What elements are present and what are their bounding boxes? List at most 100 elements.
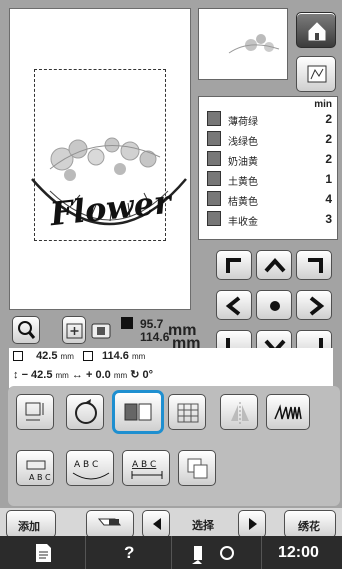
center-button[interactable]: [256, 290, 292, 320]
corner-up-left-icon: [226, 258, 241, 273]
frame-plus-icon: [66, 323, 83, 339]
svg-text:A B C: A B C: [29, 473, 51, 482]
svg-text:A B C: A B C: [132, 460, 156, 470]
embroider-label: 绣花: [298, 521, 320, 533]
mirror-icon: [231, 402, 249, 424]
move-up-right-button[interactable]: [296, 250, 332, 280]
position-horizontal: 114.6: [102, 350, 129, 362]
arc-text-button[interactable]: A B C: [66, 450, 114, 486]
thread-minutes: 3: [325, 212, 332, 226]
clock: 12:00: [278, 544, 319, 561]
arc-text-icon: A B C: [72, 460, 110, 480]
resize-button[interactable]: [16, 394, 54, 430]
preview-button[interactable]: [296, 56, 336, 92]
spool-icon: [207, 131, 221, 146]
horizontal-size-icon: [82, 351, 93, 362]
magnifier-icon: [18, 321, 36, 339]
frame-fit-button[interactable]: [62, 316, 86, 344]
grid-array-button[interactable]: [168, 394, 206, 430]
thread-minutes: 1: [325, 172, 332, 186]
embroidery-canvas[interactable]: Flower: [9, 8, 191, 310]
zoom-button[interactable]: [12, 316, 40, 344]
thread-name: 薄荷绿: [228, 117, 258, 128]
vertical-size-icon: [13, 351, 23, 362]
thread-name: 土黄色: [228, 177, 258, 188]
spool-icon: [207, 211, 221, 226]
vertical-offset-icon: ↕: [13, 369, 19, 381]
status-bar: ? 12:00: [0, 536, 342, 569]
corner-up-right-icon: [308, 258, 323, 273]
document-button[interactable]: [0, 536, 86, 569]
spool-icon: [207, 171, 221, 186]
density-button[interactable]: [266, 394, 310, 430]
layer-button[interactable]: [178, 450, 216, 486]
thread-row: 丰收金 3: [203, 209, 335, 229]
rotation-angle: 0°: [142, 369, 154, 381]
move-up-button[interactable]: [256, 250, 292, 280]
triangle-left-icon: [153, 518, 161, 530]
position-line-1: 42.5 mm 114.6 mm: [13, 350, 337, 366]
thread-row: 薄荷绿 2: [203, 109, 335, 129]
size-icon: [120, 316, 136, 337]
pos-h-unit: mm: [131, 352, 146, 361]
thread-name: 浅绿色: [228, 137, 258, 148]
thread-minutes: 4: [325, 192, 332, 206]
arrow-left-icon: [225, 296, 241, 316]
bottom-action-bar: 添加 选择 绣花: [0, 508, 342, 538]
document-icon: [36, 544, 51, 562]
text-spacing-button[interactable]: A B C: [122, 450, 170, 486]
density-icon: [274, 404, 302, 420]
thread-row: 土黄色 1: [203, 169, 335, 189]
thread-row: 奶油黄 2: [203, 149, 335, 169]
design-thumbnail: [198, 8, 288, 80]
position-vertical: 42.5: [36, 350, 58, 362]
presser-foot-button[interactable]: [172, 536, 262, 569]
select-next-button[interactable]: [238, 510, 266, 538]
delete-button[interactable]: [86, 510, 134, 538]
array-button[interactable]: [112, 390, 164, 434]
position-info-panel: 42.5 mm 114.6 mm ↕ − 42.5 mm ↔ + 0.0 mm …: [9, 348, 333, 388]
preview-icon: [307, 65, 327, 83]
arrow-right-icon: [309, 296, 325, 316]
text-edit-button[interactable]: A B C: [16, 450, 54, 486]
text-edit-icon: A B C: [26, 460, 51, 482]
embroider-button[interactable]: 绣花: [284, 510, 336, 538]
hoop-icon: [90, 322, 114, 345]
array-icon: [124, 403, 152, 421]
home-button[interactable]: [296, 12, 336, 48]
thread-name: 桔黄色: [228, 197, 258, 208]
move-right-button[interactable]: [296, 290, 332, 320]
resize-icon: [25, 402, 44, 421]
spool-icon: [207, 111, 221, 126]
mirror-button[interactable]: [220, 394, 258, 430]
text-spacing-icon: A B C: [131, 460, 163, 479]
add-label: 添加: [18, 521, 40, 533]
triangle-right-icon: [249, 518, 257, 530]
move-up-left-button[interactable]: [216, 250, 252, 280]
design-width: 114.6: [140, 330, 170, 344]
help-button[interactable]: ?: [86, 536, 172, 569]
rotate-button[interactable]: [66, 394, 104, 430]
eraser-icon: [97, 518, 122, 526]
thread-name: 奶油黄: [228, 157, 258, 168]
thread-name: 丰收金: [228, 217, 258, 228]
thread-row: 浅绿色 2: [203, 129, 335, 149]
off-h-unit: mm: [113, 371, 128, 380]
move-left-button[interactable]: [216, 290, 252, 320]
add-button[interactable]: 添加: [6, 510, 56, 538]
design-height: 95.7: [140, 317, 164, 331]
select-label: 选择: [192, 520, 214, 532]
thread-color-list: min 薄荷绿 2 浅绿色 2 奶油黄 2 土黄色 1 桔黄色 4 丰收金 3: [198, 96, 338, 240]
flower-design-image: [31, 137, 187, 226]
arrow-up-icon: [264, 258, 286, 273]
thread-row: 桔黄色 4: [203, 189, 335, 209]
select-prev-button[interactable]: [142, 510, 170, 538]
spool-icon: [207, 191, 221, 206]
rotate-icon: [75, 399, 97, 424]
position-line-2: ↕ − 42.5 mm ↔ + 0.0 mm ↻ 0°: [13, 368, 337, 384]
embroidery-edit-screen: Flower min 薄荷绿 2 浅绿色 2 奶油黄 2 土黄色 1 桔黄色 4…: [0, 0, 342, 569]
svg-text:A B C: A B C: [74, 460, 98, 470]
grid-icon: [177, 403, 199, 423]
layers-icon: [187, 458, 208, 479]
horizontal-offset-icon: ↔: [71, 369, 83, 381]
